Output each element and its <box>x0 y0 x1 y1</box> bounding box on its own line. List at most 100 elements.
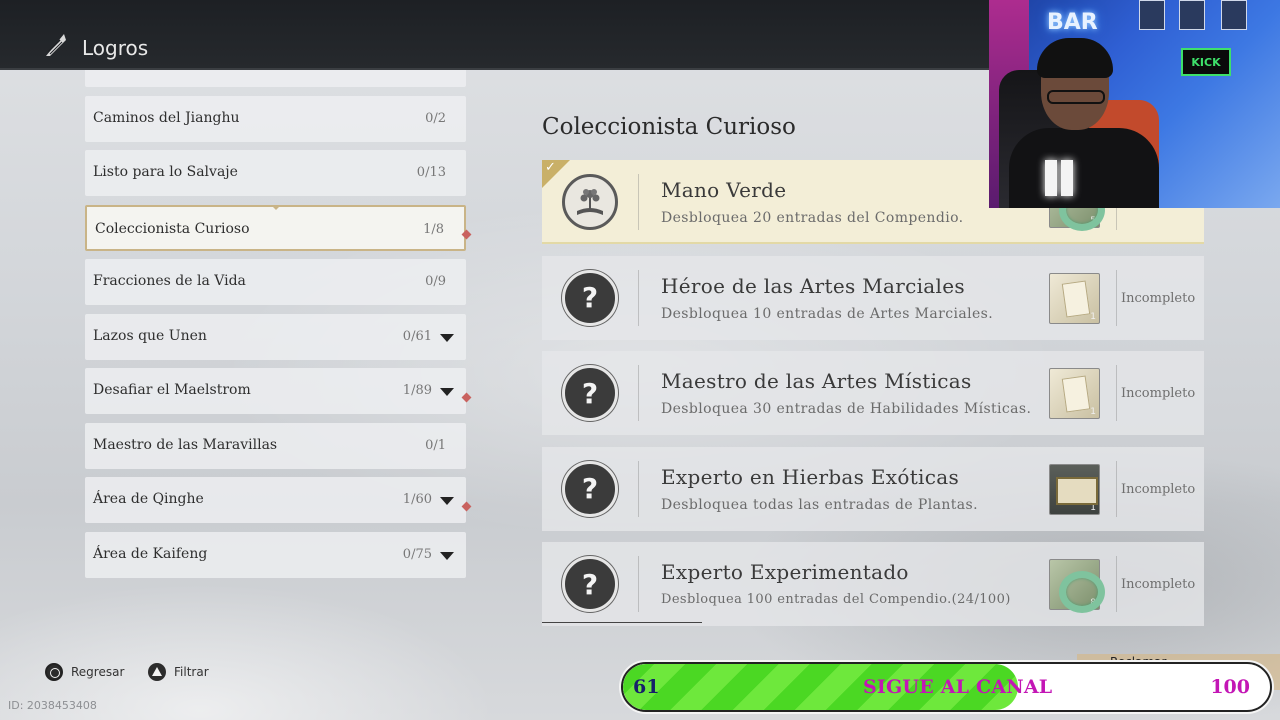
section-title: Coleccionista Curioso <box>542 114 796 140</box>
poster <box>1139 0 1165 30</box>
category-count: 1/8 <box>423 221 444 237</box>
category-label: Coleccionista Curioso <box>95 220 250 237</box>
category-count: 0/61 <box>402 328 432 344</box>
neon-light <box>1061 160 1073 196</box>
achievement-status: Incompleto <box>1121 481 1196 497</box>
achievement-card[interactable]: ? Héroe de las Artes Marciales Desbloquea … <box>542 255 1204 340</box>
category-item[interactable]: Fracciones de la Vida 0/9 <box>85 259 466 305</box>
user-id: ID: 2038453408 <box>8 699 97 712</box>
goal-target: 100 <box>1210 676 1250 698</box>
category-item[interactable]: Caminos del Jianghu 0/2 <box>85 95 466 142</box>
achievement-name: Experto en Hierbas Exóticas <box>661 464 960 489</box>
category-label: Clanes del Jianghu <box>93 70 226 71</box>
feather-logo-icon <box>46 34 66 56</box>
expand-arrow-icon[interactable] <box>440 388 454 396</box>
divider <box>638 460 639 517</box>
poster <box>1179 0 1205 30</box>
category-count: 0/9 <box>425 274 446 289</box>
category-list[interactable]: Clanes del Jianghu 0/21 Caminos del Jiangh… <box>85 70 467 610</box>
achievement-card[interactable]: ? Maestro de las Artes Místicas Desbloquea… <box>542 351 1204 435</box>
expand-arrow-icon[interactable] <box>440 333 454 342</box>
category-label: Caminos del Jianghu <box>93 109 240 126</box>
category-label: Área de Kaifeng <box>93 545 208 562</box>
achievement-card[interactable]: ? Experto en Hierbas Exóticas Desbloquea t… <box>542 446 1204 531</box>
reward-scroll-icon: 1 <box>1049 368 1100 419</box>
back-label: Regresar <box>71 665 125 679</box>
expand-arrow-icon[interactable] <box>440 551 454 560</box>
poster <box>1221 0 1247 30</box>
divider <box>1116 460 1117 517</box>
category-label: Maestro de las Maravillas <box>93 436 278 453</box>
achievement-name: Experto Experimentado <box>661 560 909 584</box>
page-title: Logros <box>82 36 149 60</box>
follow-goal-bar: 61 SIGUE AL CANAL 100 <box>621 662 1272 712</box>
check-icon: ✓ <box>545 160 556 175</box>
category-item[interactable]: Lazos que Unen 0/61 <box>85 313 466 360</box>
category-count: 0/1 <box>425 437 446 453</box>
reward-quantity: 1 <box>1090 502 1096 513</box>
category-item[interactable]: Área de Kaifeng 0/75 <box>85 531 466 578</box>
achievement-status: Incompleto <box>1121 577 1196 592</box>
divider <box>638 174 639 230</box>
achievement-description: Desbloquea 100 entradas del Compendio.(2… <box>661 592 1011 607</box>
question-icon: ? <box>562 460 618 517</box>
kick-sign: KICK <box>1181 48 1231 76</box>
divider <box>638 365 639 421</box>
reward-painting-icon: 1 <box>1049 463 1100 515</box>
reward-quantity: 1 <box>1090 311 1096 322</box>
achievement-description: Desbloquea 20 entradas del Compendio. <box>661 210 964 226</box>
divider <box>1116 269 1117 326</box>
scroll-indicator <box>542 622 702 623</box>
achievement-description: Desbloquea todas las entradas de Plantas… <box>661 496 978 513</box>
goal-label: SIGUE AL CANAL <box>863 676 1053 698</box>
category-item[interactable]: Coleccionista Curioso 1/8 <box>85 204 466 251</box>
category-label: Área de Qinghe <box>93 491 204 507</box>
filter-label: Filtrar <box>174 665 209 679</box>
flower-book-icon <box>562 174 618 230</box>
category-item[interactable]: Listo para lo Salvaje 0/13 <box>85 150 466 196</box>
selection-notch-icon <box>271 204 281 210</box>
divider <box>1116 365 1117 421</box>
question-icon: ? <box>562 556 618 612</box>
expand-arrow-icon[interactable] <box>440 497 454 505</box>
achievement-name: Héroe de las Artes Marciales <box>661 273 965 298</box>
achievement-description: Desbloquea 10 entradas de Artes Marciale… <box>661 305 994 322</box>
category-count: 0/21 <box>417 70 446 71</box>
divider <box>1116 556 1117 612</box>
streamer-body <box>1009 128 1159 208</box>
webcam-overlay: BAR KICK <box>989 0 1280 208</box>
category-item[interactable]: Desafiar el Maelstrom 1/89 <box>85 368 466 414</box>
circle-button-icon <box>45 663 63 681</box>
achievement-name: Maestro de las Artes Místicas <box>661 369 972 393</box>
neon-bar-sign: BAR <box>1047 10 1098 35</box>
reward-quantity: 5 <box>1090 216 1096 226</box>
question-icon: ? <box>562 365 618 421</box>
category-label: Desafiar el Maelstrom <box>93 382 251 398</box>
achievement-description: Desbloquea 30 entradas de Habilidades Mí… <box>661 401 1032 417</box>
category-count: 0/75 <box>402 546 432 562</box>
streamer-hair <box>1037 38 1113 78</box>
category-count: 1/89 <box>402 383 432 398</box>
achievement-name: Mano Verde <box>661 178 787 202</box>
reward-quantity: 1 <box>1090 407 1096 417</box>
filter-prompt[interactable]: Filtrar <box>148 663 209 681</box>
achievement-status: Incompleto <box>1121 386 1196 401</box>
category-count: 1/60 <box>402 492 432 507</box>
category-item[interactable]: Área de Qinghe 1/60 <box>85 477 466 523</box>
category-count: 0/13 <box>416 165 446 180</box>
category-item[interactable]: Maestro de las Maravillas 0/1 <box>85 422 466 469</box>
category-label: Lazos que Unen <box>93 327 207 344</box>
achievement-card[interactable]: ? Experto Experimentado Desbloquea 100 ent… <box>542 542 1204 626</box>
category-label: Listo para lo Salvaje <box>93 164 238 180</box>
divider <box>638 556 639 612</box>
category-item[interactable]: Clanes del Jianghu 0/21 <box>85 70 466 87</box>
achievement-status: Incompleto <box>1121 290 1196 306</box>
streamer-glasses <box>1047 90 1105 104</box>
back-prompt[interactable]: Regresar <box>45 663 124 681</box>
divider <box>638 269 639 326</box>
reward-quantity: 8 <box>1090 598 1096 608</box>
category-count: 0/2 <box>425 110 446 126</box>
reward-scroll-icon: 1 <box>1049 272 1100 324</box>
triangle-button-icon <box>148 663 166 681</box>
goal-current: 61 <box>633 676 660 698</box>
